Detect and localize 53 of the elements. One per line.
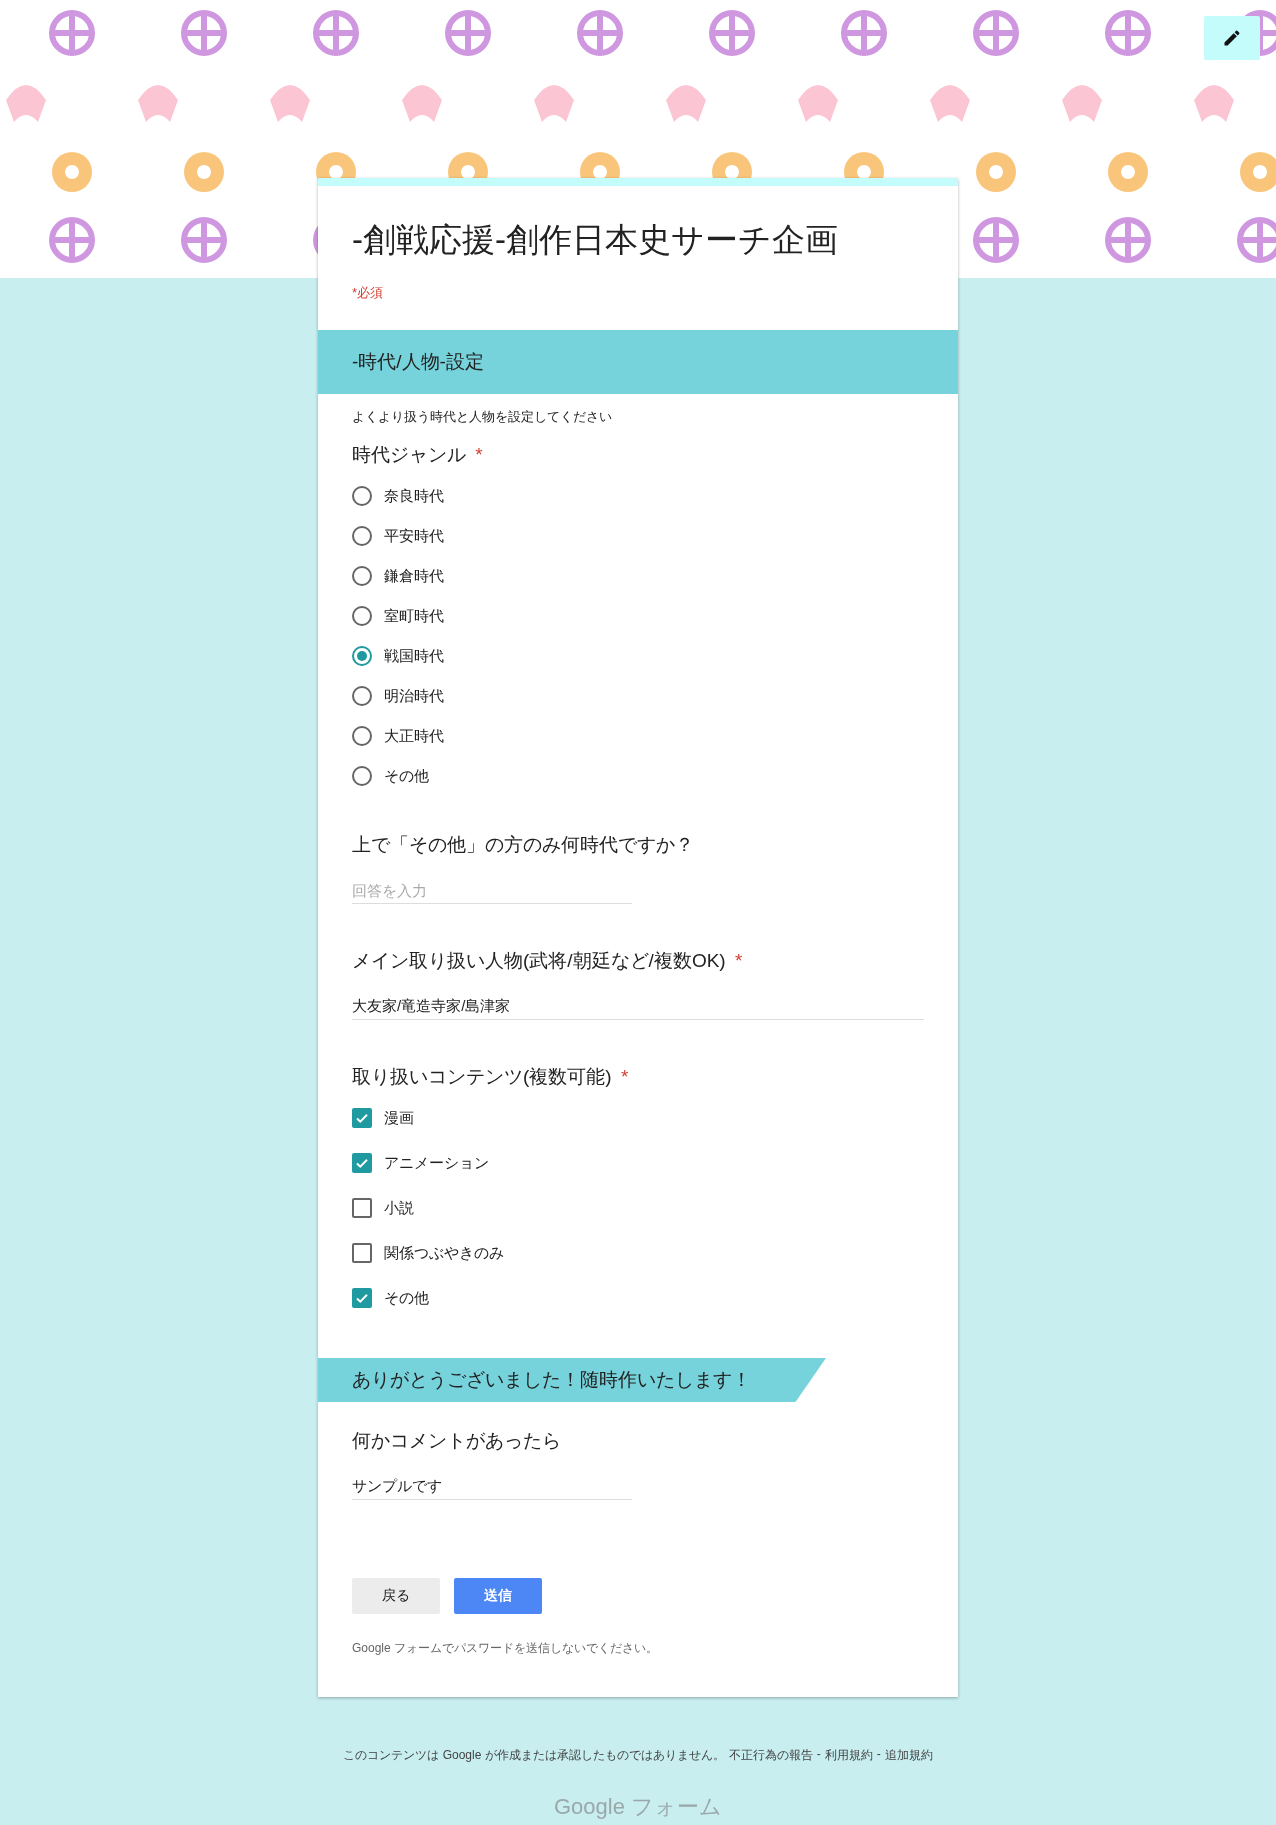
radio-button[interactable] — [352, 526, 372, 546]
radio-button[interactable] — [352, 726, 372, 746]
option-label: その他 — [384, 1288, 429, 1308]
question-label: メイン取り扱い人物(武将/朝廷など/複数OK) — [352, 950, 726, 971]
option-label: アニメーション — [384, 1153, 489, 1173]
checkbox[interactable] — [352, 1243, 372, 1263]
option-label: その他 — [384, 766, 429, 786]
edit-button[interactable] — [1204, 16, 1260, 60]
footer-link[interactable]: 利用規約 — [824, 1747, 873, 1764]
radio-button[interactable] — [352, 766, 372, 786]
link-separator: - — [816, 1747, 821, 1763]
checkbox[interactable] — [352, 1108, 372, 1128]
required-mark: * — [620, 1066, 629, 1087]
option-label: 鎌倉時代 — [384, 566, 444, 586]
option-label: 戦国時代 — [384, 646, 444, 666]
checkmark-icon — [355, 1291, 369, 1305]
option-label: 関係つぶやきのみ — [384, 1243, 504, 1263]
question-label: 時代ジャンル — [352, 444, 466, 465]
checkbox[interactable] — [352, 1288, 372, 1308]
option-label: 小説 — [384, 1198, 414, 1218]
checkmark-icon — [355, 1111, 369, 1125]
form-title: -創戦応援-創作日本史サーチ企画 — [352, 220, 839, 260]
footer-link[interactable]: 追加規約 — [884, 1747, 933, 1764]
option-label: 平安時代 — [384, 526, 444, 546]
checkbox[interactable] — [352, 1153, 372, 1173]
option-label: 室町時代 — [384, 606, 444, 626]
required-mark: * — [475, 444, 483, 465]
option-label: 大正時代 — [384, 726, 444, 746]
radio-button[interactable] — [352, 566, 372, 586]
required-note: *必須 — [352, 284, 385, 302]
radio-button[interactable] — [352, 606, 372, 626]
question-label: 取り扱いコンテンツ(複数可能) — [352, 1066, 612, 1087]
option-label: 奈良時代 — [384, 486, 444, 506]
radio-button[interactable] — [352, 646, 372, 666]
checkmark-icon — [355, 1156, 369, 1170]
required-mark: * — [734, 950, 743, 971]
section-header: -時代/人物-設定 — [318, 330, 958, 394]
question-label: 上で「その他」の方のみ何時代ですか？ — [352, 834, 694, 855]
section-banner: ありがとうございました！随時作いたします！ — [318, 1358, 826, 1402]
checkbox[interactable] — [352, 1198, 372, 1218]
disclaimer-text: このコンテンツは Google が作成または承認したものではありません。 — [343, 1747, 725, 1764]
back-button[interactable]: 戻る — [352, 1578, 440, 1614]
option-label: 漫画 — [384, 1108, 414, 1128]
section-description: よくより扱う時代と人物を設定してください — [351, 408, 613, 426]
password-note: Google フォームでパスワードを送信しないでください。 — [351, 1640, 660, 1657]
radio-button[interactable] — [352, 486, 372, 506]
question-label: 何かコメントがあったら — [352, 1430, 561, 1451]
footer-link[interactable]: 不正行為の報告 — [728, 1747, 813, 1764]
forms-logo: Google フォーム — [552, 1793, 724, 1821]
radio-button[interactable] — [352, 686, 372, 706]
pencil-icon — [1222, 28, 1242, 48]
option-label: 明治時代 — [384, 686, 444, 706]
link-separator: - — [876, 1747, 881, 1763]
